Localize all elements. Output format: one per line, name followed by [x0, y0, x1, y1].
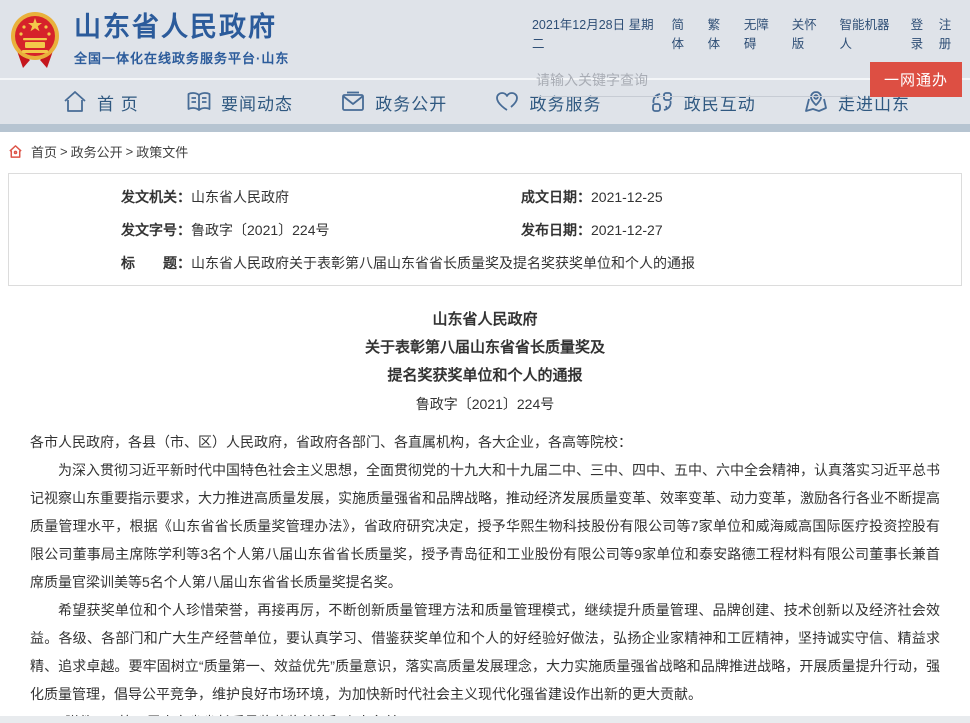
doc-title-line2: 关于表彰第八届山东省省长质量奖及	[30, 334, 940, 362]
link-simplified[interactable]: 简体	[671, 14, 694, 52]
doc-number: 鲁政字〔2021〕224号	[30, 390, 940, 418]
meta-written-date-label: 成文日期：	[521, 189, 591, 205]
one-stop-portal-button[interactable]: 一网通办	[870, 62, 962, 97]
site-header: 山东省人民政府 全国一体化在线政务服务平台·山东 2021年12月28日 星期二…	[0, 0, 970, 80]
national-emblem-icon	[10, 10, 60, 70]
link-login[interactable]: 登录	[911, 14, 934, 52]
meta-issuing-org: 发文机关：山东省人民政府	[121, 187, 521, 207]
doc-salutation: 各市人民政府，各县（市、区）人民政府，省政府各部门、各直属机构，各大企业，各高等…	[30, 428, 940, 456]
link-accessibility[interactable]: 无障碍	[744, 14, 779, 52]
site-logo-block[interactable]: 山东省人民政府 全国一体化在线政务服务平台·山东	[10, 10, 289, 70]
meta-title: 标 题：山东省人民政府关于表彰第八届山东省省长质量奖及提名奖获奖单位和个人的通报	[121, 253, 945, 273]
link-chatbot[interactable]: 智能机器人	[840, 14, 898, 52]
meta-publish-date: 发布日期：2021-12-27	[521, 220, 945, 240]
news-icon	[186, 89, 212, 115]
breadcrumb-separator: >	[126, 144, 134, 159]
top-utility-bar: 2021年12月28日 星期二 简体 繁体 无障碍 关怀版 智能机器人 登录 注…	[532, 14, 962, 52]
doc-title-line1: 山东省人民政府	[30, 306, 940, 334]
breadcrumb-home-icon	[8, 144, 23, 159]
meta-issuing-org-label: 发文机关：	[121, 189, 191, 205]
site-subtitle: 全国一体化在线政务服务平台·山东	[74, 48, 289, 67]
link-register[interactable]: 注册	[939, 14, 962, 52]
doc-title-line3: 提名奖获奖单位和个人的通报	[30, 362, 940, 390]
nav-item-disclosure[interactable]: 政务公开	[340, 89, 447, 115]
nav-item-home[interactable]: 首 页	[62, 89, 139, 115]
current-date: 2021年12月28日 星期二	[532, 14, 656, 52]
document-body: 山东省人民政府 关于表彰第八届山东省省长质量奖及 提名奖获奖单位和个人的通报 鲁…	[0, 286, 970, 723]
document-meta-box: 发文机关：山东省人民政府 成文日期：2021-12-25 发文字号：鲁政字〔20…	[8, 173, 962, 286]
meta-doc-number: 发文字号：鲁政字〔2021〕224号	[121, 220, 521, 240]
meta-title-label: 标 题：	[121, 255, 191, 271]
doc-paragraph: 为深入贯彻习近平新时代中国特色社会主义思想，全面贯彻党的十九大和十九届二中、三中…	[30, 456, 940, 596]
breadcrumb: 首页 > 政务公开 > 政策文件	[0, 132, 970, 167]
meta-written-date: 成文日期：2021-12-25	[521, 187, 945, 207]
search-input[interactable]	[532, 66, 858, 97]
meta-publish-date-label: 发布日期：	[521, 222, 591, 238]
breadcrumb-home[interactable]: 首页	[31, 142, 57, 161]
link-care-version[interactable]: 关怀版	[792, 14, 827, 52]
breadcrumb-disclosure[interactable]: 政务公开	[71, 142, 123, 161]
link-traditional[interactable]: 繁体	[708, 14, 731, 52]
breadcrumb-separator: >	[60, 144, 68, 159]
nav-item-news[interactable]: 要闻动态	[186, 89, 293, 115]
site-title: 山东省人民政府	[74, 13, 289, 43]
breadcrumb-policy-files[interactable]: 政策文件	[136, 142, 188, 161]
home-icon	[62, 89, 88, 115]
service-icon	[494, 89, 520, 115]
page: 山东省人民政府 全国一体化在线政务服务平台·山东 2021年12月28日 星期二…	[0, 0, 970, 723]
nav-divider-strip	[0, 124, 970, 132]
disclosure-icon	[340, 89, 366, 115]
doc-paragraph: 希望获奖单位和个人珍惜荣誉，再接再厉，不断创新质量管理方法和质量管理模式，继续提…	[30, 596, 940, 708]
footer-strip	[0, 716, 970, 723]
meta-doc-number-label: 发文字号：	[121, 222, 191, 238]
